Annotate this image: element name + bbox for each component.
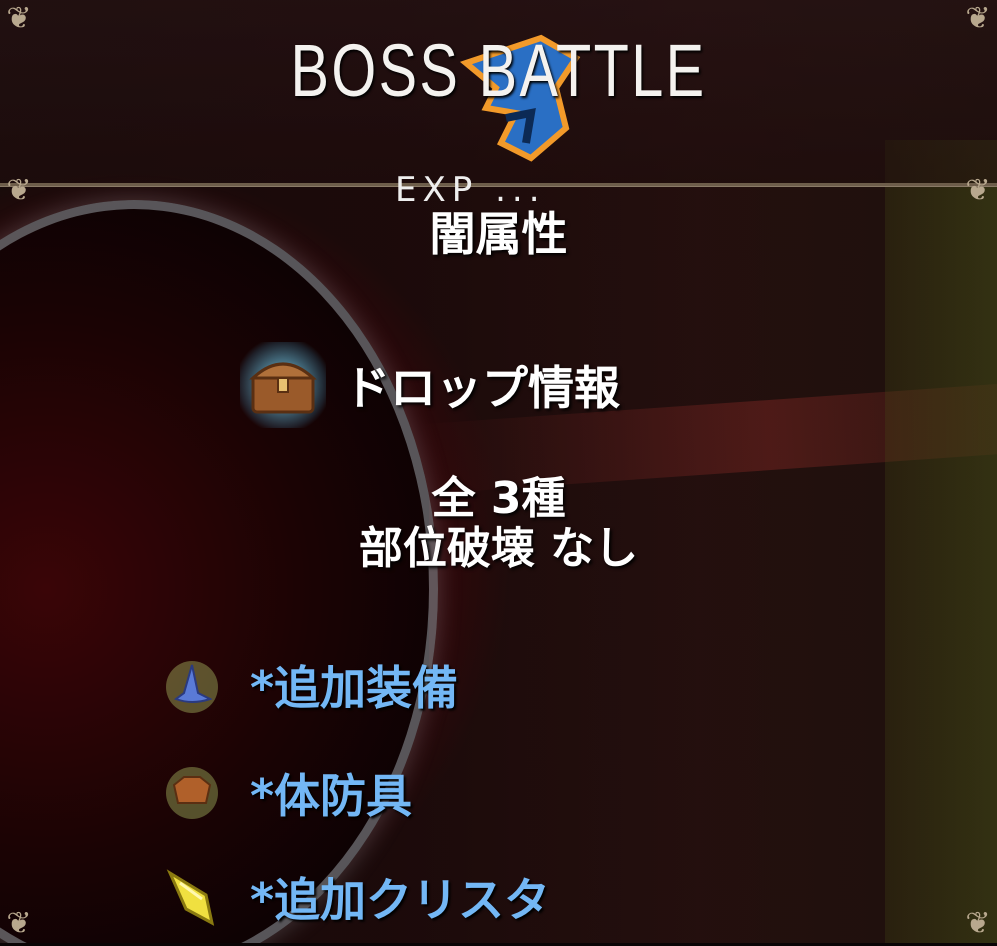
drop-item[interactable]: *追加装備	[160, 650, 458, 720]
corner-ornament-icon: ❦	[965, 1, 991, 36]
corner-ornament-icon: ❦	[6, 906, 32, 941]
wizard-hat-icon	[160, 653, 224, 717]
drop-item[interactable]: *体防具	[160, 758, 412, 828]
drop-item[interactable]: *追加クリスタ	[160, 862, 550, 932]
page-title: BOSS BATTLE	[290, 29, 707, 112]
body-armor-icon	[160, 761, 224, 825]
drop-item-label: *追加装備	[250, 661, 459, 715]
corner-ornament-icon: ❦	[6, 1, 32, 36]
drop-item-label: *追加クリスタ	[250, 873, 551, 927]
drop-item-label: *体防具	[250, 769, 413, 823]
crystal-icon	[160, 865, 224, 929]
part-break-info: 部位破壊 なし	[358, 523, 639, 574]
boss-attribute: 闇属性	[429, 207, 568, 261]
drop-info-label: ドロップ情報	[344, 361, 620, 415]
treasure-chest-icon	[240, 342, 326, 428]
corner-ornament-icon: ❦	[965, 906, 991, 941]
drop-info-header: ドロップ情報	[240, 340, 620, 430]
